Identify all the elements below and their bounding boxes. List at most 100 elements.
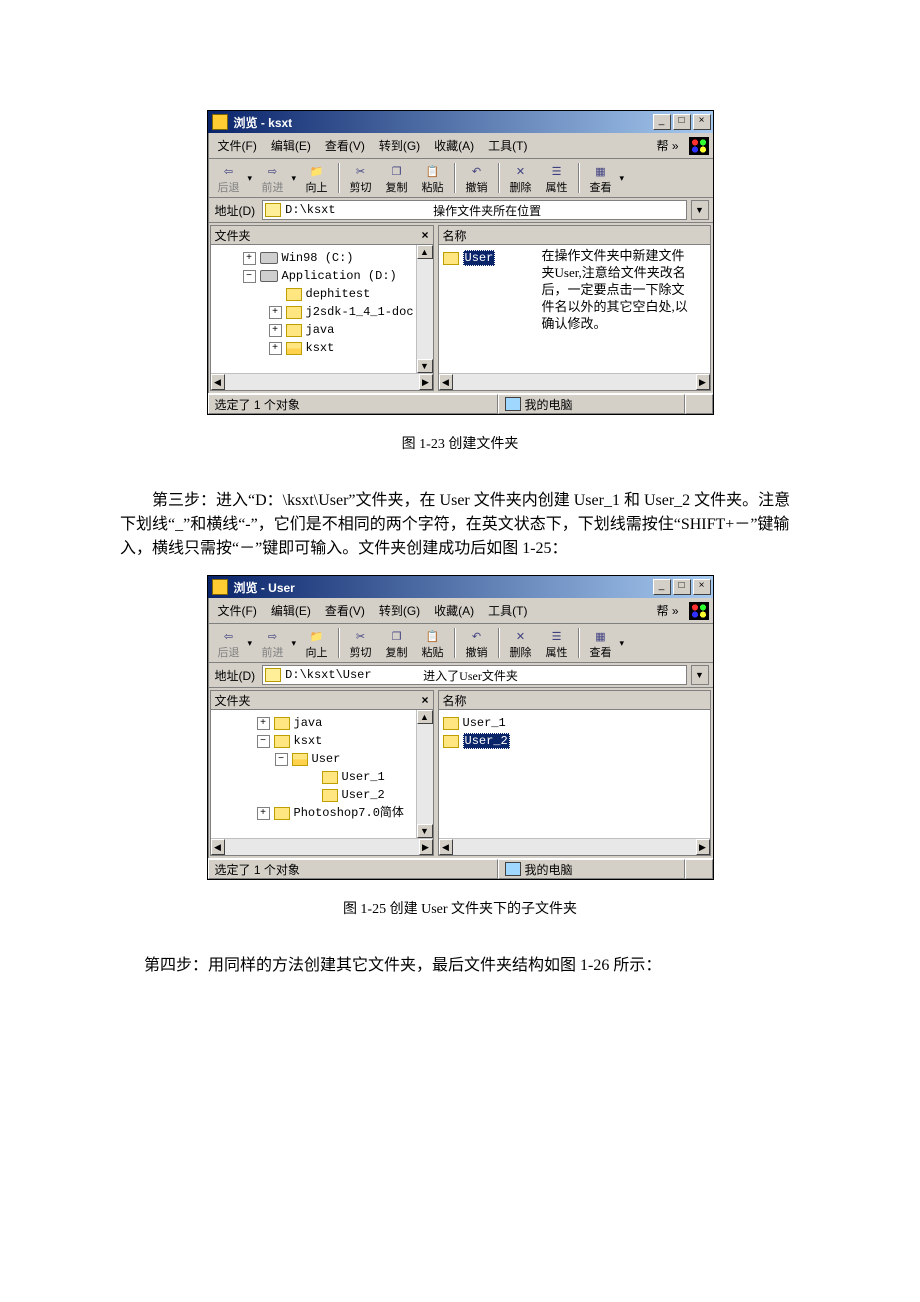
folders-pane-close-button[interactable]: × <box>421 228 428 242</box>
list-item[interactable]: User_1 <box>443 714 706 732</box>
file-list[interactable]: User 在操作文件夹中新建文件夹User,注意给文件夹改名后，一定要点击一下除… <box>439 245 710 373</box>
scroll-right-icon[interactable]: ▶ <box>419 839 433 855</box>
back-dropdown-icon[interactable]: ▾ <box>248 638 254 649</box>
scroll-up-icon[interactable]: ▲ <box>417 710 433 724</box>
paste-button[interactable]: 📋粘贴 <box>416 626 450 660</box>
close-button[interactable]: × <box>693 114 711 130</box>
drive-icon <box>260 252 278 264</box>
menu-view[interactable]: 查看(V) <box>319 135 371 156</box>
up-button[interactable]: 📁向上 <box>300 626 334 660</box>
folders-pane-close-button[interactable]: × <box>421 693 428 707</box>
back-dropdown-icon[interactable]: ▾ <box>248 173 254 184</box>
menu-file[interactable]: 文件(F) <box>212 600 263 621</box>
forward-button[interactable]: ⇨前进 <box>256 626 290 660</box>
scroll-left-icon[interactable]: ◀ <box>211 839 225 855</box>
folder-tree[interactable]: +Win98 (C:) −Application (D:) dephitest … <box>211 245 433 361</box>
paste-button[interactable]: 📋粘贴 <box>416 161 450 195</box>
menu-go[interactable]: 转到(G) <box>373 600 426 621</box>
maximize-button[interactable]: □ <box>673 114 691 130</box>
menu-view[interactable]: 查看(V) <box>319 600 371 621</box>
menu-edit[interactable]: 编辑(E) <box>265 135 317 156</box>
views-dropdown-icon[interactable]: ▾ <box>620 638 626 649</box>
properties-button[interactable]: ☰属性 <box>540 626 574 660</box>
address-dropdown-button[interactable]: ▼ <box>691 665 709 685</box>
tree-node-photoshop[interactable]: +Photoshop7.0简体 <box>213 804 433 822</box>
address-dropdown-button[interactable]: ▼ <box>691 200 709 220</box>
delete-button[interactable]: ✕删除 <box>504 161 538 195</box>
up-button[interactable]: 📁向上 <box>300 161 334 195</box>
views-button[interactable]: ▦查看 <box>584 161 618 195</box>
titlebar[interactable]: 浏览 - ksxt _ □ × <box>208 111 713 133</box>
menu-favorites[interactable]: 收藏(A) <box>428 135 480 156</box>
file-name-selected[interactable]: User_2 <box>463 733 510 749</box>
menu-go[interactable]: 转到(G) <box>373 135 426 156</box>
tree-node-user-2[interactable]: User_2 <box>213 786 433 804</box>
tree-node-java[interactable]: +java <box>213 321 433 339</box>
undo-button[interactable]: ↶撤销 <box>460 161 494 195</box>
scroll-right-icon[interactable]: ▶ <box>419 374 433 390</box>
tree-node-user[interactable]: −User <box>213 750 433 768</box>
copy-button[interactable]: ❐复制 <box>380 161 414 195</box>
cut-button[interactable]: ✂剪切 <box>344 161 378 195</box>
delete-button[interactable]: ✕删除 <box>504 626 538 660</box>
back-button[interactable]: ⇦后退 <box>212 161 246 195</box>
tree-node-ksxt[interactable]: +ksxt <box>213 339 433 357</box>
tree-horizontal-scrollbar[interactable]: ◀ ▶ <box>211 838 433 855</box>
maximize-button[interactable]: □ <box>673 579 691 595</box>
menu-tools[interactable]: 工具(T) <box>482 135 533 156</box>
forward-button[interactable]: ⇨前进 <box>256 161 290 195</box>
tree-node-user-1[interactable]: User_1 <box>213 768 433 786</box>
list-horizontal-scrollbar[interactable]: ◀ ▶ <box>439 373 710 390</box>
scroll-left-icon[interactable]: ◀ <box>439 374 453 390</box>
address-input[interactable]: D:\ksxt 操作文件夹所在位置 <box>262 200 686 220</box>
address-input[interactable]: D:\ksxt\User 进入了User文件夹 <box>262 665 686 685</box>
scroll-right-icon[interactable]: ▶ <box>696 374 710 390</box>
cut-button[interactable]: ✂剪切 <box>344 626 378 660</box>
forward-dropdown-icon[interactable]: ▾ <box>292 638 298 649</box>
close-button[interactable]: × <box>693 579 711 595</box>
scroll-left-icon[interactable]: ◀ <box>211 374 225 390</box>
tree-node-dephitest[interactable]: dephitest <box>213 285 433 303</box>
properties-button[interactable]: ☰属性 <box>540 161 574 195</box>
tree-node-c-drive[interactable]: +Win98 (C:) <box>213 249 433 267</box>
list-horizontal-scrollbar[interactable]: ◀ ▶ <box>439 838 710 855</box>
scroll-up-icon[interactable]: ▲ <box>417 245 433 259</box>
views-dropdown-icon[interactable]: ▾ <box>620 173 626 184</box>
copy-button[interactable]: ❐复制 <box>380 626 414 660</box>
tree-vertical-scrollbar[interactable]: ▲ ▼ <box>416 245 433 373</box>
column-header-name[interactable]: 名称 <box>439 226 710 245</box>
menu-help[interactable]: 帮 » <box>652 600 682 621</box>
resize-grip[interactable] <box>685 394 713 414</box>
menu-tools[interactable]: 工具(T) <box>482 600 533 621</box>
minimize-button[interactable]: _ <box>653 114 671 130</box>
address-label: 地址(D) <box>212 666 259 685</box>
tree-vertical-scrollbar[interactable]: ▲ ▼ <box>416 710 433 838</box>
scroll-down-icon[interactable]: ▼ <box>417 824 433 838</box>
minimize-button[interactable]: _ <box>653 579 671 595</box>
undo-button[interactable]: ↶撤销 <box>460 626 494 660</box>
list-item[interactable]: User_2 <box>443 732 706 750</box>
tree-node-java[interactable]: +java <box>213 714 433 732</box>
file-name-editing[interactable]: User <box>463 250 496 266</box>
tree-node-d-drive[interactable]: −Application (D:) <box>213 267 433 285</box>
tree-horizontal-scrollbar[interactable]: ◀ ▶ <box>211 373 433 390</box>
column-header-name[interactable]: 名称 <box>439 691 710 710</box>
tree-node-ksxt[interactable]: −ksxt <box>213 732 433 750</box>
menu-bar: 文件(F) 编辑(E) 查看(V) 转到(G) 收藏(A) 工具(T) 帮 » <box>208 598 713 624</box>
folder-tree[interactable]: +java −ksxt −User User_1 User_2 +Photosh… <box>211 710 433 826</box>
tree-node-j2sdk[interactable]: +j2sdk-1_4_1-doc <box>213 303 433 321</box>
forward-dropdown-icon[interactable]: ▾ <box>292 173 298 184</box>
resize-grip[interactable] <box>685 859 713 879</box>
menu-favorites[interactable]: 收藏(A) <box>428 600 480 621</box>
scroll-down-icon[interactable]: ▼ <box>417 359 433 373</box>
app-icon <box>212 579 228 595</box>
file-list[interactable]: User_1 User_2 <box>439 710 710 838</box>
views-button[interactable]: ▦查看 <box>584 626 618 660</box>
scroll-left-icon[interactable]: ◀ <box>439 839 453 855</box>
scroll-right-icon[interactable]: ▶ <box>696 839 710 855</box>
menu-file[interactable]: 文件(F) <box>212 135 263 156</box>
menu-help[interactable]: 帮 » <box>652 135 682 156</box>
back-button[interactable]: ⇦后退 <box>212 626 246 660</box>
menu-edit[interactable]: 编辑(E) <box>265 600 317 621</box>
titlebar[interactable]: 浏览 - User _ □ × <box>208 576 713 598</box>
